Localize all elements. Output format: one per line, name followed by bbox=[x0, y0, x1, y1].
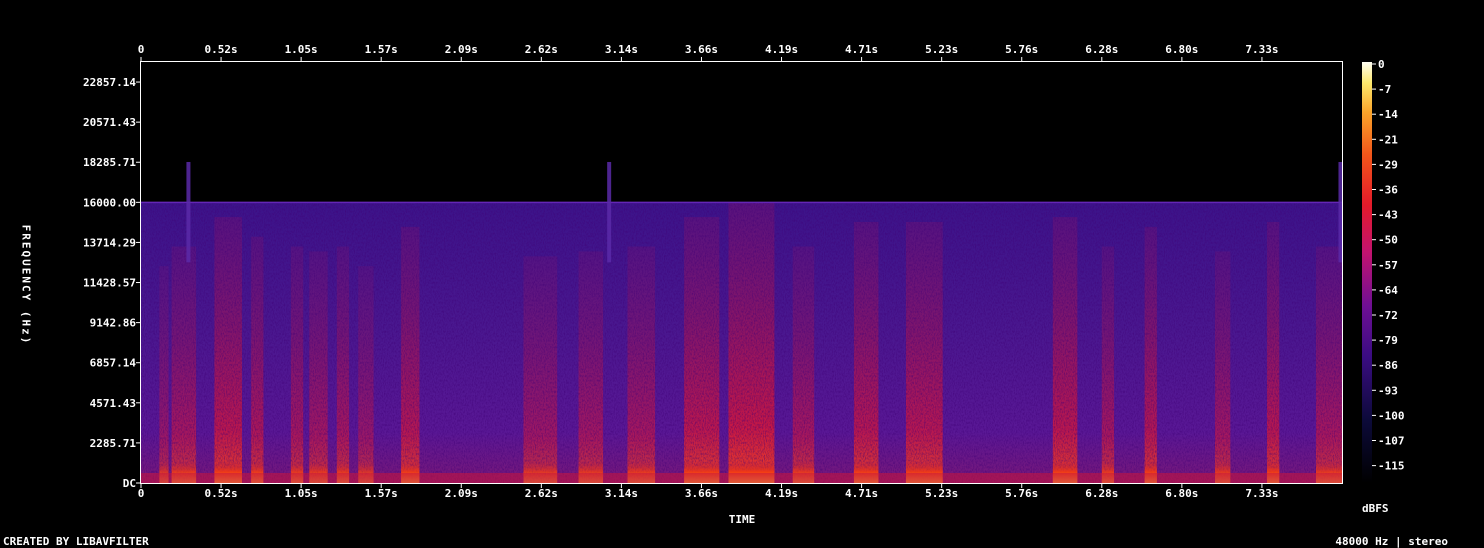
x-tick-label-top: 0.52s bbox=[205, 43, 238, 56]
colorbar-tick-label: -50 bbox=[1378, 234, 1398, 247]
colorbar-tick-label: -7 bbox=[1378, 83, 1391, 96]
x-tick-label-bottom: 0.52s bbox=[205, 487, 238, 500]
x-tick-label-top: 6.28s bbox=[1085, 43, 1118, 56]
x-tick-label-bottom: 5.76s bbox=[1005, 487, 1038, 500]
x-tick-label-top: 3.14s bbox=[605, 43, 638, 56]
y-tick-label: 2285.71 bbox=[90, 437, 137, 450]
y-tick-label: 18285.71 bbox=[83, 156, 136, 169]
colorbar-tick-label: -57 bbox=[1378, 259, 1398, 272]
x-tick-label-bottom: 0 bbox=[138, 487, 145, 500]
y-tick-label: 9142.86 bbox=[90, 317, 137, 330]
x-tick-label-bottom: 7.33s bbox=[1245, 487, 1278, 500]
transient-line bbox=[607, 161, 612, 263]
x-tick-label-top: 4.19s bbox=[765, 43, 798, 56]
x-tick-label-bottom: 1.05s bbox=[285, 487, 318, 500]
colorbar-tick-label: -64 bbox=[1378, 284, 1398, 297]
y-tick-label: 20571.43 bbox=[83, 116, 136, 129]
x-tick-label-bottom: 4.19s bbox=[765, 487, 798, 500]
y-tick-label: 6857.14 bbox=[90, 357, 137, 370]
x-tick-label-top: 0 bbox=[138, 43, 145, 56]
x-tick-label-bottom: 2.09s bbox=[445, 487, 478, 500]
y-tick-label: 16000.00 bbox=[83, 196, 136, 209]
dc-energy bbox=[141, 473, 1342, 483]
colorbar-tick-label: -93 bbox=[1378, 384, 1398, 397]
y-tick-label: 13714.29 bbox=[83, 236, 136, 249]
transient-line bbox=[1338, 161, 1342, 263]
x-tick-label-top: 3.66s bbox=[685, 43, 718, 56]
colorbar-tick-label: -14 bbox=[1378, 108, 1398, 121]
colorbar-tick-label: -107 bbox=[1378, 435, 1405, 448]
colorbar-tick-label: -115 bbox=[1378, 460, 1405, 473]
colorbar-tick-label: -43 bbox=[1378, 209, 1398, 222]
x-tick-label-top: 7.33s bbox=[1245, 43, 1278, 56]
x-tick-label-top: 5.76s bbox=[1005, 43, 1038, 56]
x-tick-label-top: 5.23s bbox=[925, 43, 958, 56]
spectrogram-grain bbox=[141, 202, 1342, 483]
x-tick-label-bottom: 1.57s bbox=[365, 487, 398, 500]
colorbar-tick-label: -36 bbox=[1378, 184, 1398, 197]
x-tick-label-bottom: 4.71s bbox=[845, 487, 878, 500]
y-tick-label: DC bbox=[123, 477, 136, 490]
colorbar bbox=[1362, 62, 1372, 483]
x-tick-label-top: 4.71s bbox=[845, 43, 878, 56]
x-tick-label-bottom: 3.66s bbox=[685, 487, 718, 500]
x-tick-label-top: 1.05s bbox=[285, 43, 318, 56]
colorbar-tick-label: -29 bbox=[1378, 158, 1398, 171]
colorbar-tick-label: -79 bbox=[1378, 334, 1398, 347]
y-tick-label: 11428.57 bbox=[83, 277, 136, 290]
y-tick-label: 4571.43 bbox=[90, 397, 136, 410]
colorbar-tick-label: -86 bbox=[1378, 359, 1398, 372]
x-tick-label-top: 2.62s bbox=[525, 43, 558, 56]
colorbar-tick-label: -21 bbox=[1378, 133, 1398, 146]
spectrogram-figure: 0 0 0.52s 0.52s 1.05s 1.05s 1.57s 1.57s 2.09s 2.0… bbox=[83, 43, 1405, 500]
x-tick-label-bottom: 3.14s bbox=[605, 487, 638, 500]
x-tick-label-bottom: 6.28s bbox=[1085, 487, 1118, 500]
x-tick-label-top: 6.80s bbox=[1165, 43, 1198, 56]
transient-line bbox=[186, 161, 191, 263]
colorbar-tick-label: 0 bbox=[1378, 58, 1385, 71]
x-tick-label-bottom: 5.23s bbox=[925, 487, 958, 500]
x-tick-label-top: 1.57s bbox=[365, 43, 398, 56]
x-tick-label-bottom: 2.62s bbox=[525, 487, 558, 500]
colorbar-tick-label: -100 bbox=[1378, 409, 1405, 422]
x-tick-label-top: 2.09s bbox=[445, 43, 478, 56]
x-tick-label-bottom: 6.80s bbox=[1165, 487, 1198, 500]
y-tick-label: 22857.14 bbox=[83, 76, 136, 89]
colorbar-tick-label: -72 bbox=[1378, 309, 1398, 322]
